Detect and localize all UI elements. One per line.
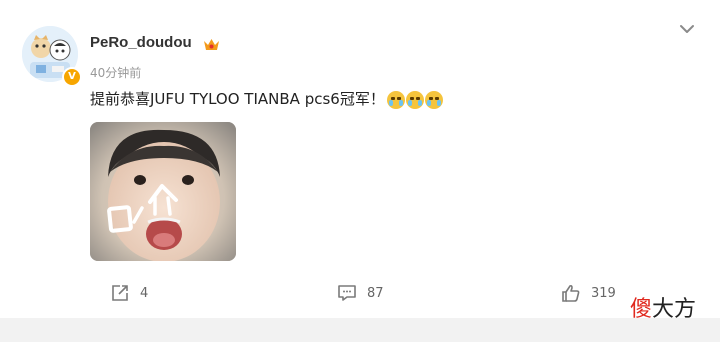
verified-badge-icon: V	[62, 67, 82, 87]
share-icon	[112, 285, 128, 301]
post-image-thumbnail[interactable]	[90, 122, 236, 261]
comment-count: 87	[367, 285, 384, 301]
watermark-accent-char: 傻	[630, 297, 653, 322]
weibo-post-card: V PeRo_doudou 40分钟前 提前恭喜JUFU TYLOO TIANB…	[0, 0, 720, 318]
crown-badge-icon[interactable]	[203, 37, 220, 52]
comment-icon	[338, 285, 356, 301]
post-text: 提前恭喜JUFU TYLOO TIANBA pcs6冠军！	[90, 88, 443, 109]
chevron-down-icon[interactable]	[678, 22, 696, 36]
emoji-row	[386, 90, 443, 109]
watermark-text: 大方	[652, 297, 697, 322]
share-count: 4	[140, 285, 149, 301]
username[interactable]: PeRo_doudou	[90, 34, 192, 51]
cry-emoji-icon	[424, 90, 443, 109]
cry-emoji-icon	[405, 90, 424, 109]
cry-emoji-icon	[386, 90, 405, 109]
share-button[interactable]: 4	[110, 284, 148, 302]
like-button[interactable]: 319	[561, 284, 616, 302]
feed-divider	[0, 318, 720, 342]
post-timestamp[interactable]: 40分钟前	[90, 64, 141, 81]
comment-button[interactable]: 87	[337, 284, 384, 302]
thumbs-up-icon	[562, 284, 580, 302]
baby-photo-image	[90, 122, 236, 261]
watermark: 傻大方	[630, 291, 696, 323]
like-count: 319	[591, 285, 616, 301]
post-text-content: 提前恭喜JUFU TYLOO TIANBA pcs6冠军！	[90, 90, 385, 108]
